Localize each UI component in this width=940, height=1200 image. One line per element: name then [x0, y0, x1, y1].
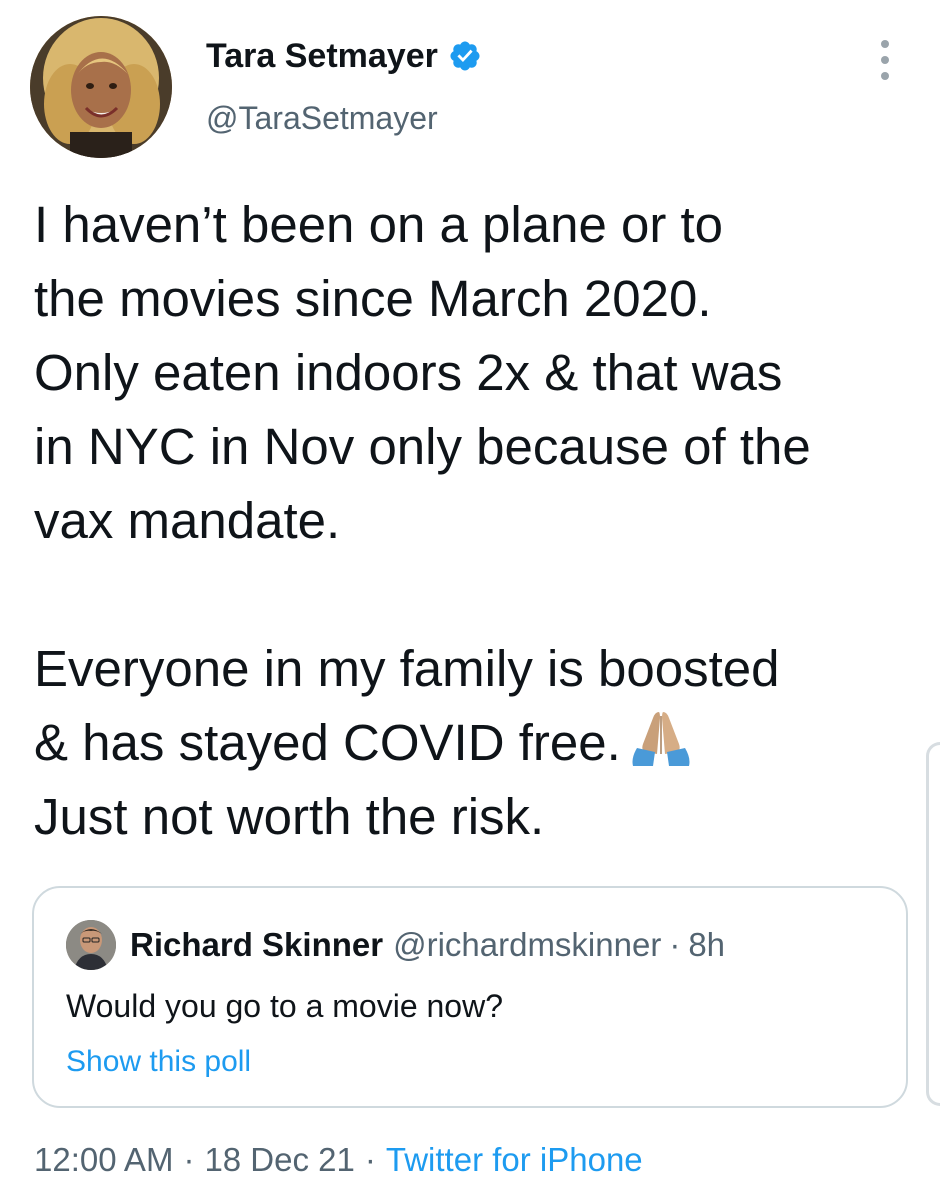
more-options-button[interactable] [870, 38, 900, 82]
tweet-line: vax mandate. [34, 492, 341, 549]
tweet-line: I haven’t been on a plane or to [34, 196, 724, 253]
folded-hands-emoji-icon [632, 712, 690, 766]
quoted-profile-photo-icon [66, 920, 116, 970]
tweet-line-text: & has stayed COVID free. [34, 714, 621, 771]
author-name-text: Tara Setmayer [206, 37, 438, 75]
meta-separator: · [183, 1141, 195, 1178]
tweet-meta: 12:00 AM · 18 Dec 21 · Twitter for iPhone [34, 1138, 643, 1182]
quoted-tweet-card[interactable]: Richard Skinner @richardmskinner · 8h Wo… [32, 886, 908, 1108]
quoted-separator: · [669, 926, 681, 963]
adjacent-card-edge [926, 742, 940, 1106]
tweet-line: Just not worth the risk. [34, 788, 545, 845]
author-handle[interactable]: @TaraSetmayer [206, 98, 438, 138]
tweet-line-with-emoji: & has stayed COVID free. [34, 706, 914, 780]
quoted-tweet-time[interactable]: 8h [688, 925, 725, 965]
author-avatar[interactable] [30, 16, 172, 158]
profile-photo-icon [30, 16, 172, 158]
more-vertical-icon-dot-2 [881, 56, 889, 64]
tweet-text: I haven’t been on a plane or to the movi… [34, 188, 914, 854]
quoted-author-name[interactable]: Richard Skinner [130, 925, 383, 965]
author-name[interactable]: Tara Setmayer [206, 36, 482, 76]
tweet: Tara Setmayer @TaraSetmayer I haven’t be… [0, 0, 940, 1200]
meta-separator: · [364, 1141, 376, 1178]
tweet-line: in NYC in Nov only because of the [34, 418, 811, 475]
show-poll-link[interactable]: Show this poll [66, 1044, 251, 1080]
tweet-date[interactable]: 18 Dec 21 [204, 1141, 354, 1178]
quoted-author-avatar[interactable] [66, 920, 116, 970]
quoted-tweet-header: Richard Skinner @richardmskinner · 8h [66, 920, 725, 970]
tweet-source-link[interactable]: Twitter for iPhone [386, 1141, 643, 1178]
quoted-tweet-text: Would you go to a movie now? [66, 988, 503, 1024]
more-vertical-icon-dot-1 [881, 40, 889, 48]
tweet-time[interactable]: 12:00 AM [34, 1141, 173, 1178]
more-vertical-icon-dot-3 [881, 72, 889, 80]
tweet-line: Everyone in my family is boosted [34, 640, 780, 697]
tweet-line: Only eaten indoors 2x & that was [34, 344, 783, 401]
verified-badge-icon [450, 41, 480, 71]
tweet-line: the movies since March 2020. [34, 270, 712, 327]
quoted-author-handle[interactable]: @richardmskinner [393, 925, 661, 965]
